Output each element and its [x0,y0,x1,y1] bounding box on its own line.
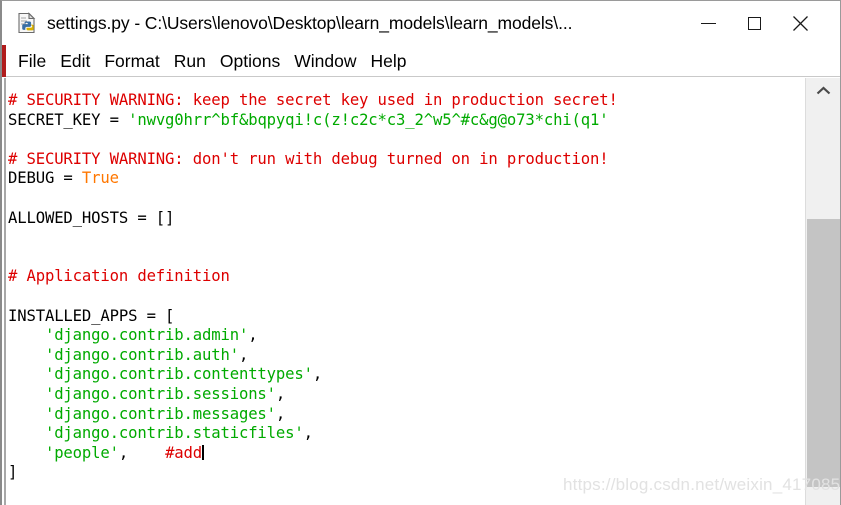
menu-item-options[interactable]: Options [213,46,287,76]
code-token: 'django.contrib.auth' [44,345,239,364]
code-token: INSTALLED_APPS = [ [8,306,175,325]
source-code-text[interactable]: # SECURITY WARNING: keep the secret key … [8,91,618,483]
title-bar: settings.py - C:\Users\lenovo\Desktop\le… [2,1,840,45]
window-title: settings.py - C:\Users\lenovo\Desktop\le… [47,12,573,33]
editor-left-margin-rule [4,78,6,505]
code-token: , [303,424,313,443]
vertical-scrollbar[interactable] [805,78,840,505]
code-token: , [312,365,323,384]
code-editor-area[interactable]: # SECURITY WARNING: keep the secret key … [2,78,808,505]
code-token: # SECURITY WARNING: don't run with debug… [8,149,609,168]
idle-editor-window: settings.py - C:\Users\lenovo\Desktop\le… [0,0,841,505]
code-token: # SECURITY WARNING: keep the secret key … [8,91,618,109]
code-token: , [248,326,258,345]
minimize-button[interactable] [685,1,731,45]
text-cursor [202,444,204,460]
code-token: 'django.contrib.contenttypes' [44,365,313,384]
code-token: 'django.contrib.admin' [44,326,249,345]
code-token: ] [8,463,18,482]
code-token: 'django.contrib.messages' [44,404,276,423]
scroll-up-button[interactable] [806,78,840,104]
code-token: #add [165,443,203,462]
menu-item-window[interactable]: Window [287,46,363,76]
menu-accent-marker [2,45,6,77]
scrollbar-thumb[interactable] [807,219,840,487]
code-token: DEBUG = [8,169,82,188]
close-button[interactable] [777,1,823,45]
menu-bar: File Edit Format Run Options Window Help [2,45,840,77]
code-token: , [118,443,166,462]
menu-item-file[interactable]: File [11,46,53,76]
code-token: ALLOWED_HOSTS = [] [8,208,175,227]
code-token: 'django.contrib.staticfiles' [44,424,304,443]
code-token: 'django.contrib.sessions' [44,384,276,403]
menu-item-help[interactable]: Help [363,46,413,76]
code-token: 'nwvg0hrr^bf&bqpyqi!c(z!c2c*c3_2^w5^#c&g… [128,110,609,129]
maximize-button[interactable] [731,1,777,45]
minimize-icon [700,22,716,24]
maximize-icon [747,16,761,30]
code-token: , [275,384,286,403]
code-token: , [238,345,249,364]
python-file-icon [16,12,38,34]
code-token: , [275,404,286,423]
code-token: # Application definition [8,267,230,286]
menu-item-run[interactable]: Run [167,46,213,76]
code-token: 'people' [44,443,119,462]
close-icon [792,15,808,31]
code-token: SECRET_KEY = [8,110,129,129]
chevron-up-icon [816,86,830,95]
menu-item-edit[interactable]: Edit [53,46,97,76]
menu-item-format[interactable]: Format [97,46,166,76]
code-token: True [81,169,119,188]
title-bar-left: settings.py - C:\Users\lenovo\Desktop\le… [2,12,685,34]
